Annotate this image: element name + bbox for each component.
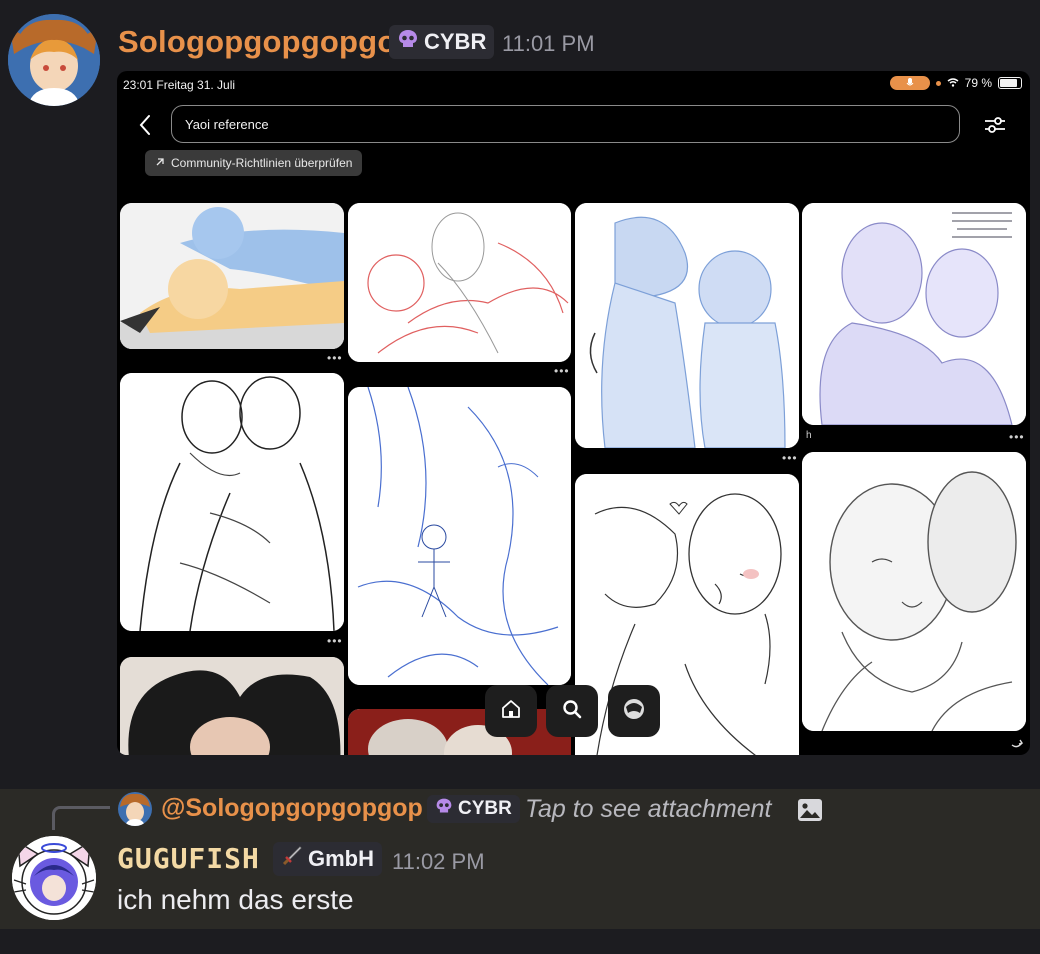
- recording-dot-icon: [935, 80, 941, 86]
- avatar[interactable]: [8, 14, 100, 106]
- profile-button[interactable]: [608, 685, 660, 737]
- search-input[interactable]: Yaoi reference: [171, 105, 960, 143]
- image-attachment[interactable]: 23:01 Freitag 31. Juli 79 % Yaoi referen…: [117, 71, 1030, 755]
- more-options-icon[interactable]: •••: [327, 634, 343, 648]
- skull-icon: [397, 28, 419, 56]
- pin-image[interactable]: [120, 657, 344, 755]
- search-button[interactable]: [546, 685, 598, 737]
- avatar[interactable]: [12, 836, 96, 920]
- more-options-icon[interactable]: •••: [327, 351, 343, 365]
- timestamp: 11:02 PM: [392, 849, 485, 874]
- home-button[interactable]: [485, 685, 537, 737]
- reply-preview-text[interactable]: Tap to see attachment: [525, 795, 771, 824]
- scroll-indicator-icon: [1010, 735, 1024, 753]
- mic-icon: [889, 76, 930, 90]
- guidelines-chip-label: Community-Richtlinien überprüfen: [171, 156, 353, 170]
- more-options-icon[interactable]: •••: [1009, 430, 1025, 444]
- message-text: ich nehm das erste: [117, 884, 354, 915]
- role-tag-label: CYBR: [424, 29, 487, 54]
- image-icon[interactable]: [797, 797, 823, 823]
- pin-image[interactable]: [802, 203, 1026, 425]
- pin-caption: h: [806, 430, 812, 441]
- more-options-icon[interactable]: •••: [554, 364, 570, 378]
- role-tag[interactable]: GmbH: [273, 842, 382, 876]
- wifi-icon: [947, 76, 959, 90]
- more-options-icon[interactable]: •••: [782, 451, 798, 465]
- reply-avatar[interactable]: [118, 792, 152, 826]
- battery-icon: [998, 77, 1022, 89]
- username[interactable]: GUGUFISH: [117, 842, 260, 875]
- filter-icon[interactable]: [981, 111, 1009, 139]
- reply-role-tag: CYBR: [427, 795, 520, 823]
- profile-icon: [622, 697, 646, 726]
- reply-role-tag-label: CYBR: [458, 798, 512, 819]
- pin-image[interactable]: [120, 373, 344, 631]
- search-query: Yaoi reference: [185, 116, 269, 132]
- pin-image[interactable]: [348, 203, 571, 362]
- status-bar-time: 23:01 Freitag 31. Juli: [123, 78, 236, 92]
- role-tag[interactable]: CYBR: [389, 25, 495, 59]
- username[interactable]: Sologopgopgopgop: [118, 24, 416, 60]
- pin-image[interactable]: [348, 387, 571, 685]
- search-icon: [561, 698, 583, 725]
- pin-image[interactable]: [802, 452, 1026, 731]
- role-tag-label: GmbH: [308, 846, 374, 871]
- pin-image[interactable]: [575, 203, 799, 448]
- skull-icon: [435, 797, 453, 821]
- home-icon: [500, 698, 522, 725]
- status-bar-indicators: 79 %: [889, 76, 1022, 90]
- reply-mention[interactable]: @Sologopgopgopgop: [161, 794, 423, 823]
- pin-image[interactable]: [348, 709, 571, 755]
- timestamp: 11:01 PM: [502, 31, 595, 56]
- guidelines-chip[interactable]: Community-Richtlinien überprüfen: [145, 150, 363, 176]
- back-icon[interactable]: [133, 111, 157, 139]
- arrow-up-right-icon: [155, 156, 165, 170]
- battery-percent: 79 %: [964, 76, 992, 90]
- reply-connector: [52, 806, 110, 830]
- sword-icon: [281, 845, 303, 873]
- pin-image[interactable]: [120, 203, 344, 349]
